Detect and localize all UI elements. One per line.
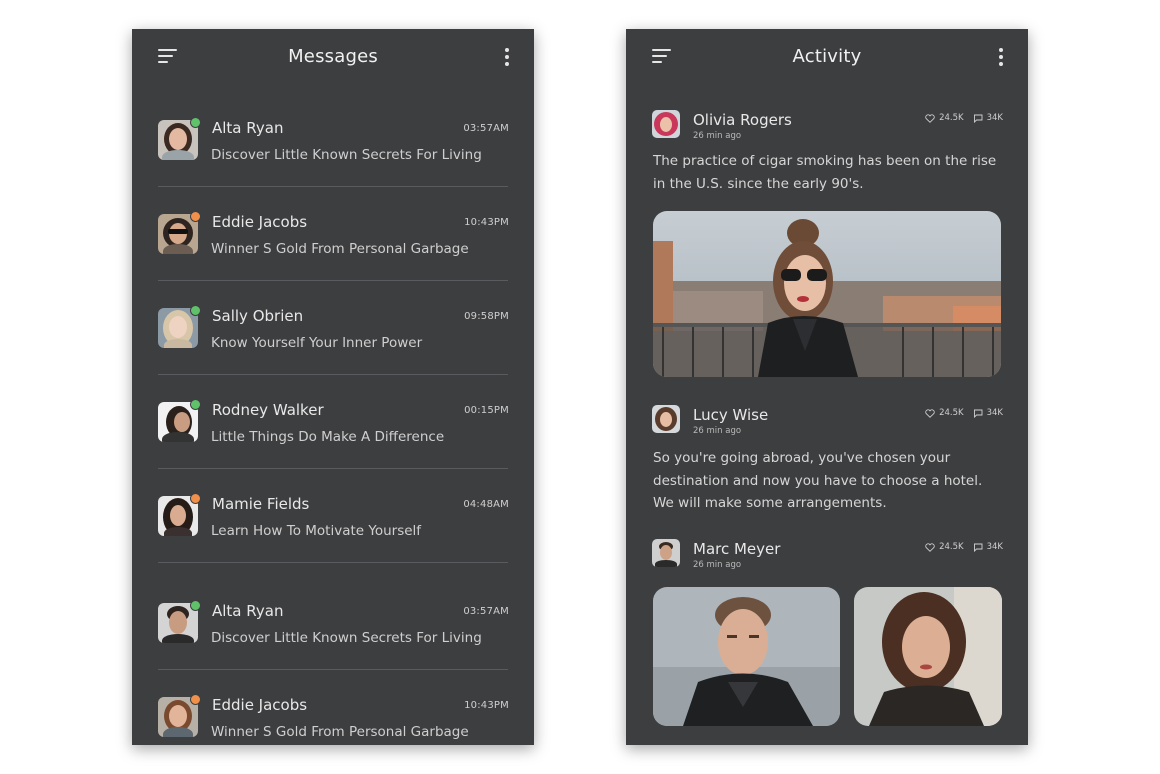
- more-options-icon[interactable]: [504, 48, 510, 66]
- online-status-dot: [190, 399, 201, 410]
- likes-count: 24.5K: [939, 113, 964, 123]
- message-item[interactable]: Alta Ryan 03:57AM Discover Little Known …: [132, 600, 534, 697]
- comments-count: 34K: [986, 408, 1003, 418]
- online-status-dot: [190, 305, 201, 316]
- heart-icon[interactable]: [925, 113, 935, 123]
- man-photo: [653, 587, 840, 726]
- message-time: 10:43PM: [464, 217, 509, 228]
- message-time: 04:48AM: [463, 499, 509, 510]
- post-header: Olivia Rogers 26 min ago 24.5K 34K: [626, 110, 1028, 144]
- contact-name: Rodney Walker: [212, 401, 324, 419]
- avatar[interactable]: [652, 405, 680, 433]
- heart-icon[interactable]: [925, 408, 935, 418]
- post-stats: 24.5K 34K: [925, 113, 1003, 123]
- post-header: Lucy Wise 26 min ago 24.5K 34K: [626, 405, 1028, 439]
- message-preview: Little Things Do Make A Difference: [211, 429, 445, 445]
- likes-count: 24.5K: [939, 408, 964, 418]
- contact-name: Alta Ryan: [212, 602, 284, 620]
- away-status-dot: [190, 694, 201, 705]
- message-time: 09:58PM: [464, 311, 509, 322]
- author-name[interactable]: Olivia Rogers: [693, 111, 792, 129]
- contact-name: Mamie Fields: [212, 495, 310, 513]
- contact-name: Eddie Jacobs: [212, 696, 308, 714]
- messages-screen: Messages Alta Ryan 03:57AM Discover Litt…: [132, 29, 534, 745]
- away-status-dot: [190, 211, 201, 222]
- post-text: The practice of cigar smoking has been o…: [653, 153, 997, 192]
- post-time: 26 min ago: [693, 560, 742, 570]
- message-time: 10:43PM: [464, 700, 509, 711]
- divider: [158, 374, 508, 375]
- message-preview: Learn How To Motivate Yourself: [211, 523, 422, 539]
- woman-sunglasses-photo: [653, 211, 1001, 377]
- divider: [158, 468, 508, 469]
- author-name[interactable]: Lucy Wise: [693, 406, 768, 424]
- comments-count: 34K: [986, 113, 1003, 123]
- page-title: Messages: [288, 46, 378, 67]
- post-stats: 24.5K 34K: [925, 542, 1003, 552]
- message-preview: Discover Little Known Secrets For Living: [211, 630, 482, 646]
- page-title: Activity: [792, 46, 862, 67]
- online-status-dot: [190, 117, 201, 128]
- comment-icon[interactable]: [973, 114, 983, 123]
- message-item[interactable]: Eddie Jacobs 10:43PM Winner S Gold From …: [132, 694, 534, 745]
- message-item[interactable]: Sally Obrien 09:58PM Know Yourself Your …: [132, 305, 534, 402]
- divider: [158, 280, 508, 281]
- author-name[interactable]: Marc Meyer: [693, 540, 780, 558]
- message-preview: Know Yourself Your Inner Power: [211, 335, 423, 351]
- activity-topbar: Activity: [626, 29, 1028, 85]
- message-item[interactable]: Alta Ryan 03:57AM Discover Little Known …: [132, 117, 534, 214]
- post-text: So you're going abroad, you've chosen yo…: [653, 450, 983, 511]
- woman-photo: [854, 587, 1002, 726]
- post-time: 26 min ago: [693, 426, 742, 436]
- away-status-dot: [190, 493, 201, 504]
- comment-icon[interactable]: [973, 409, 983, 418]
- post-photo[interactable]: [653, 587, 840, 726]
- post-photo[interactable]: [653, 211, 1001, 377]
- message-item[interactable]: Eddie Jacobs 10:43PM Winner S Gold From …: [132, 211, 534, 308]
- heart-icon[interactable]: [925, 542, 935, 552]
- contact-name: Sally Obrien: [212, 307, 304, 325]
- activity-screen: Activity Olivia Rogers 26 min ago 24.5K …: [626, 29, 1028, 745]
- message-item[interactable]: Mamie Fields 04:48AM Learn How To Motiva…: [132, 493, 534, 590]
- comment-icon[interactable]: [973, 543, 983, 552]
- more-options-icon[interactable]: [998, 48, 1004, 66]
- avatar[interactable]: [652, 539, 680, 567]
- post-time: 26 min ago: [693, 131, 742, 141]
- message-preview: Winner S Gold From Personal Garbage: [211, 241, 469, 257]
- message-preview: Discover Little Known Secrets For Living: [211, 147, 482, 163]
- message-item[interactable]: Rodney Walker 00:15PM Little Things Do M…: [132, 399, 534, 496]
- message-preview: Winner S Gold From Personal Garbage: [211, 724, 469, 740]
- divider: [158, 562, 508, 563]
- messages-topbar: Messages: [132, 29, 534, 85]
- message-time: 03:57AM: [463, 606, 509, 617]
- comments-count: 34K: [986, 542, 1003, 552]
- likes-count: 24.5K: [939, 542, 964, 552]
- contact-name: Eddie Jacobs: [212, 213, 308, 231]
- post-stats: 24.5K 34K: [925, 408, 1003, 418]
- message-time: 00:15PM: [464, 405, 509, 416]
- post-header: Marc Meyer 26 min ago 24.5K 34K: [626, 539, 1028, 573]
- avatar[interactable]: [652, 110, 680, 138]
- message-time: 03:57AM: [463, 123, 509, 134]
- divider: [158, 669, 508, 670]
- divider: [158, 186, 508, 187]
- post-photo[interactable]: [854, 587, 1002, 726]
- contact-name: Alta Ryan: [212, 119, 284, 137]
- online-status-dot: [190, 600, 201, 611]
